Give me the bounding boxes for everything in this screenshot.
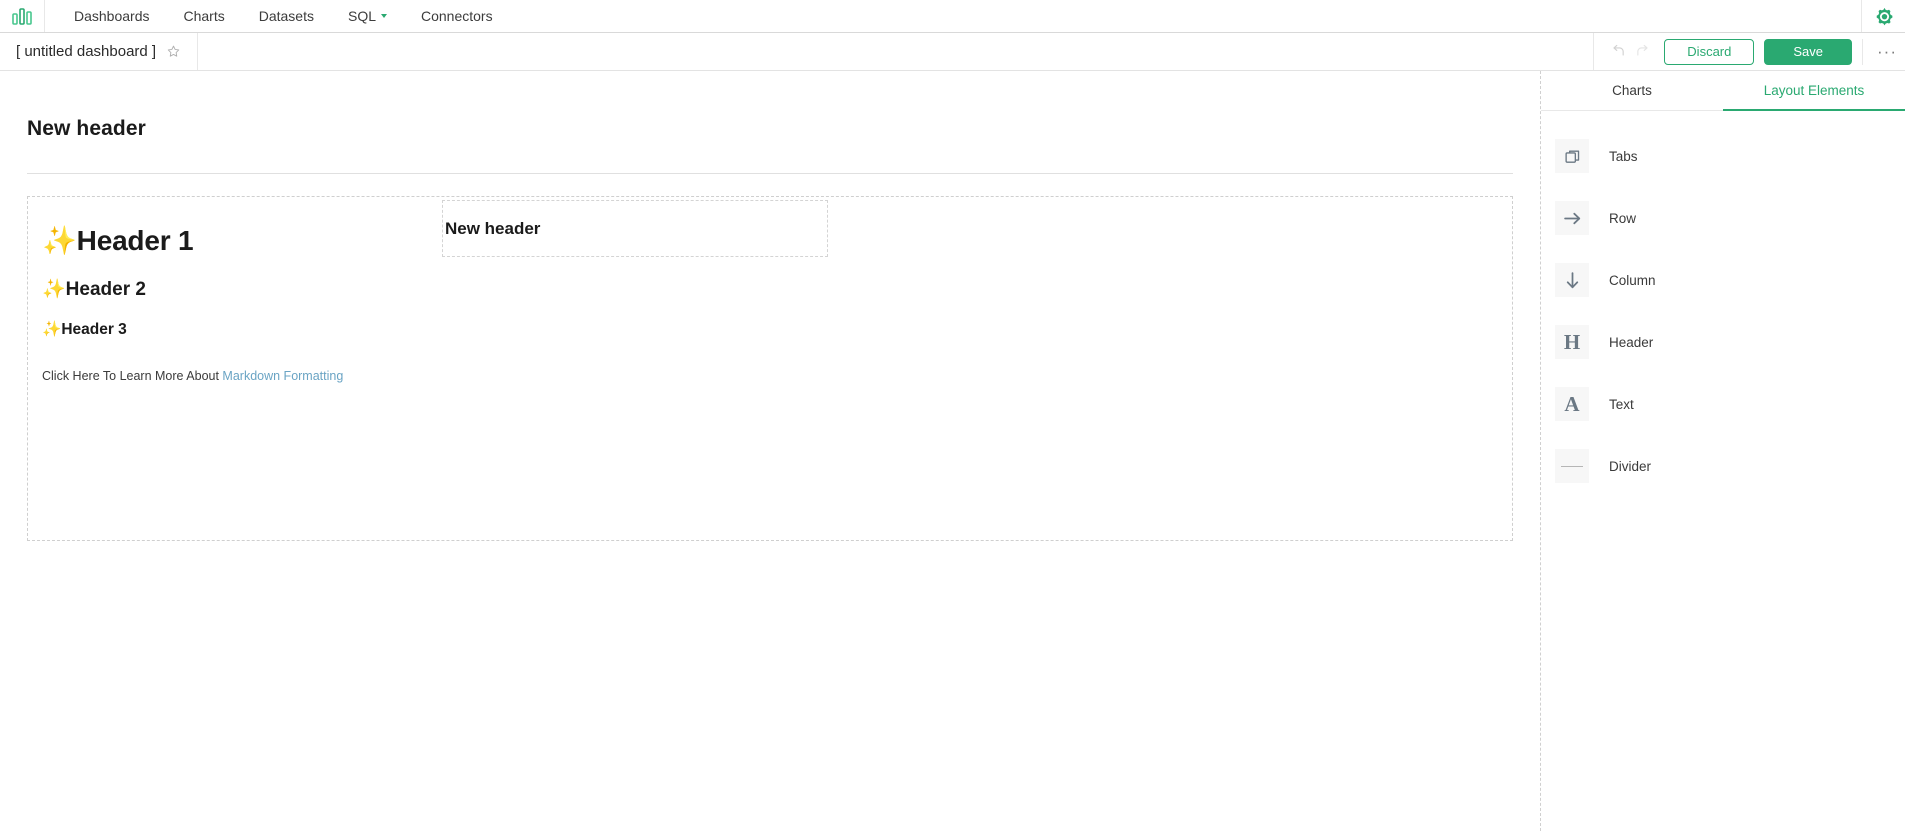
top-navbar: Dashboards Charts Datasets SQL Connector… [0, 0, 1905, 33]
undo-button[interactable] [1604, 39, 1630, 65]
dashboard-inner-header-text: New header [445, 218, 541, 238]
nav-link-label: Connectors [421, 8, 493, 24]
dashboard-row[interactable]: ✨Header 1 ✨Header 2 ✨Header 3 Click Here… [27, 196, 1513, 541]
arrow-down-icon [1555, 263, 1589, 297]
arrow-right-icon [1555, 201, 1589, 235]
text-a-icon: A [1555, 387, 1589, 421]
arrow-down-glyph-icon [1566, 271, 1578, 288]
tab-charts-label: Charts [1612, 83, 1652, 98]
dashboard-title[interactable]: [ untitled dashboard ] [16, 43, 156, 60]
tabs-glyph-icon [1564, 150, 1579, 163]
tab-layout-elements[interactable]: Layout Elements [1723, 71, 1905, 111]
markdown-formatting-link[interactable]: Markdown Formatting [222, 369, 343, 383]
dashboard-canvas: New header ✨Header 1 ✨Header 2 ✨Header 3… [0, 71, 1540, 831]
discard-button[interactable]: Discard [1664, 38, 1755, 65]
nav-link-connectors[interactable]: Connectors [404, 0, 510, 32]
arrow-right-glyph-icon [1563, 212, 1580, 224]
nav-link-sql[interactable]: SQL [331, 0, 404, 32]
dashboard-top-header[interactable]: New header [0, 71, 1540, 141]
tabs-icon [1555, 139, 1589, 173]
navbar-right [1861, 0, 1905, 32]
layout-element-label: Tabs [1609, 148, 1638, 164]
layout-element-tabs[interactable]: Tabs [1541, 136, 1905, 176]
nav-link-label: SQL [347, 8, 376, 24]
sparkles-icon: ✨ [42, 225, 77, 256]
discard-button-label: Discard [1687, 44, 1732, 59]
markdown-h2-text: Header 2 [65, 279, 146, 300]
save-button-label: Save [1793, 44, 1824, 59]
settings-button[interactable] [1874, 6, 1895, 27]
layout-element-row[interactable]: Row [1541, 198, 1905, 238]
sparkles-icon: ✨ [42, 279, 66, 300]
markdown-h3-text: Header 3 [61, 320, 127, 338]
body-split: New header ✨Header 1 ✨Header 2 ✨Header 3… [0, 71, 1905, 831]
layout-elements-list: Tabs Row Column H Header A Text Divider [1541, 111, 1905, 508]
markdown-paragraph: Click Here To Learn More About Markdown … [42, 367, 428, 386]
nav-link-dashboards[interactable]: Dashboards [57, 0, 167, 32]
dashboard-top-header-text: New header [27, 117, 146, 140]
nav-link-label: Datasets [258, 8, 314, 24]
star-outline-icon [167, 45, 180, 57]
nav-link-charts[interactable]: Charts [167, 0, 242, 32]
gear-icon [1876, 7, 1893, 25]
dashboard-divider [27, 173, 1513, 174]
layout-element-column[interactable]: Column [1541, 260, 1905, 300]
header-h-icon: H [1555, 325, 1589, 359]
panel-tabs: Charts Layout Elements [1541, 71, 1905, 111]
layout-element-label: Row [1609, 210, 1637, 226]
builder-side-panel: Charts Layout Elements Tabs Row Column H… [1540, 71, 1905, 831]
more-options-label: ··· [1877, 41, 1897, 61]
header-h-glyph: H [1563, 329, 1581, 354]
tab-charts[interactable]: Charts [1541, 71, 1723, 110]
layout-element-text[interactable]: A Text [1541, 384, 1905, 424]
layout-element-header[interactable]: H Header [1541, 322, 1905, 362]
markdown-paragraph-text: Click Here To Learn More About [42, 368, 223, 383]
text-a-glyph: A [1564, 391, 1580, 416]
nav-links: Dashboards Charts Datasets SQL Connector… [45, 0, 510, 32]
layout-element-label: Divider [1609, 458, 1652, 474]
redo-arrow-icon [1637, 44, 1648, 56]
divider-line-icon [1555, 449, 1589, 483]
layout-element-label: Column [1609, 272, 1656, 288]
markdown-h2: ✨Header 2 [42, 278, 428, 303]
markdown-h3: ✨Header 3 [42, 320, 428, 340]
layout-element-label: Text [1609, 396, 1634, 412]
undo-arrow-icon [1613, 44, 1624, 56]
tab-layout-elements-label: Layout Elements [1763, 83, 1865, 98]
markdown-h1: ✨Header 1 [42, 223, 428, 258]
bar-chart-logo-icon [12, 8, 32, 25]
save-button[interactable]: Save [1764, 38, 1853, 65]
dashboard-edit-header: [ untitled dashboard ] Discard Save ··· [0, 33, 1905, 71]
redo-button[interactable] [1630, 39, 1656, 65]
sparkles-icon: ✨ [42, 320, 62, 338]
layout-element-label: Header [1609, 334, 1654, 350]
nav-link-label: Charts [183, 8, 225, 24]
nav-link-label: Dashboards [74, 8, 150, 24]
more-options-button[interactable]: ··· [1862, 38, 1897, 65]
markdown-h1-text: Header 1 [76, 225, 194, 256]
chevron-down-icon [381, 14, 387, 18]
dashboard-title-area: [ untitled dashboard ] [0, 33, 199, 70]
edit-actions: Discard Save ··· [1593, 33, 1905, 70]
divider-glyph [1561, 465, 1583, 467]
dashboard-inner-header[interactable]: New header [442, 200, 828, 257]
nav-link-datasets[interactable]: Datasets [242, 0, 331, 32]
markdown-component[interactable]: ✨Header 1 ✨Header 2 ✨Header 3 Click Here… [28, 197, 428, 386]
favorite-star-icon[interactable] [166, 44, 181, 59]
layout-element-divider[interactable]: Divider [1541, 446, 1905, 486]
superset-logo[interactable] [0, 0, 45, 32]
